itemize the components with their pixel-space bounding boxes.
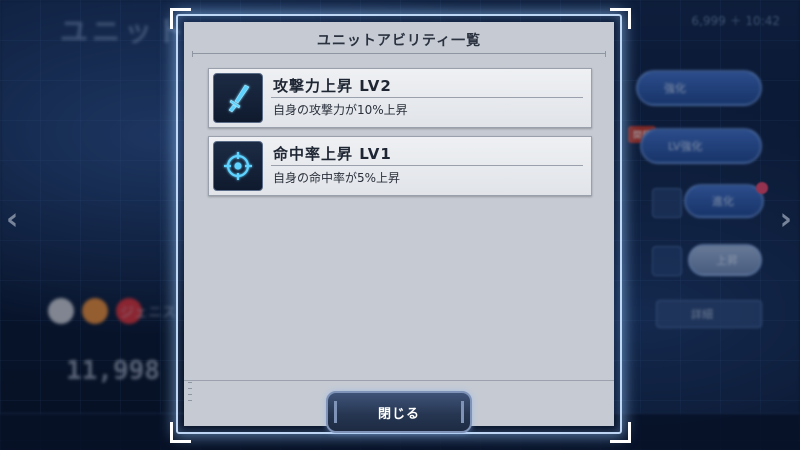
ability-name: 攻撃力上昇 LV2 [273,77,392,95]
header-tick [192,51,193,57]
dialog-header: ユニットアビリティ一覧 [184,26,614,57]
header-tick [605,51,606,57]
dialog-title: ユニットアビリティ一覧 [316,33,482,49]
ability-card-attack[interactable]: 攻撃力上昇 LV2 自身の攻撃力が10%上昇 [208,68,592,128]
header-divider [192,53,606,54]
ability-card-accuracy[interactable]: 命中率上昇 LV1 自身の命中率が5%上昇 [208,136,592,196]
ability-description: 自身の命中率が5%上昇 [273,171,401,185]
sword-icon [213,73,263,123]
crosshair-icon [213,141,263,191]
ability-divider [271,165,583,166]
ability-description: 自身の攻撃力が10%上昇 [273,103,408,117]
ability-list: 攻撃力上昇 LV2 自身の攻撃力が10%上昇 命中率上昇 LV1 自身の命中率が… [208,68,594,204]
close-button[interactable]: 閉じる [326,391,472,433]
ability-name: 命中率上昇 LV1 [273,145,392,163]
ability-divider [271,97,583,98]
dialog-footer-divider [184,380,614,381]
ability-list-dialog: ユニットアビリティ一覧 攻撃力上昇 LV2 自身の攻撃力が10%上昇 命中率上昇… [184,22,614,426]
footer-ticks [188,382,192,412]
